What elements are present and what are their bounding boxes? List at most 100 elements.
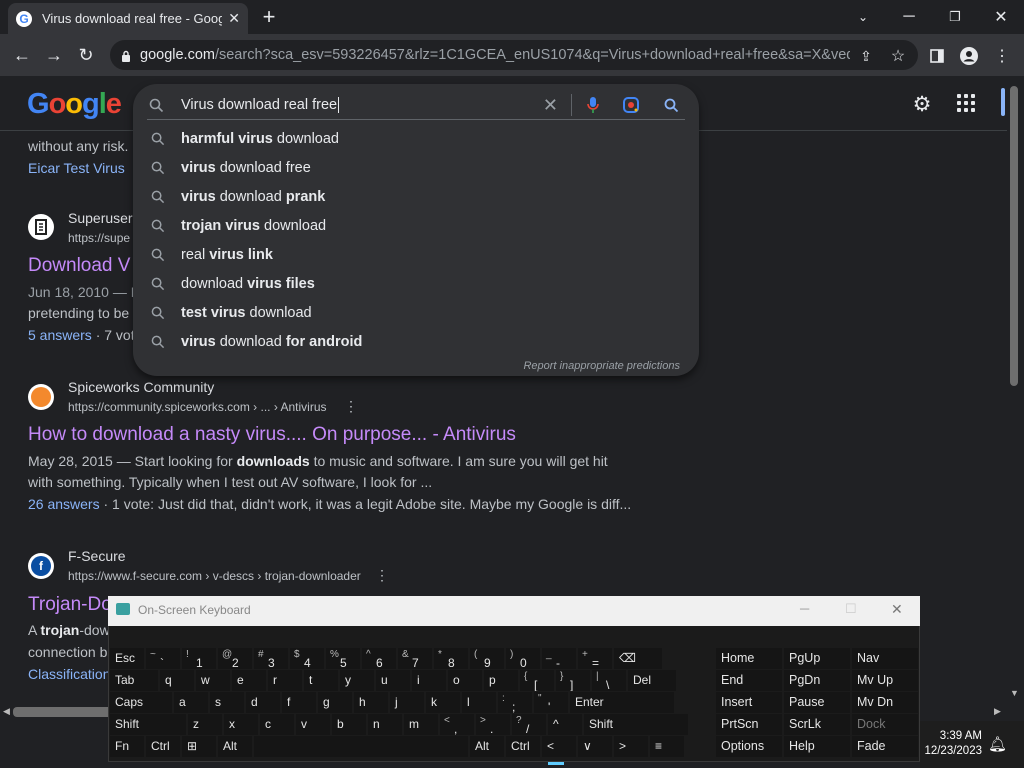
osk-key[interactable]: a (174, 692, 208, 713)
answers-link[interactable]: 26 answers (28, 496, 100, 512)
apps-grid-icon[interactable] (957, 94, 977, 114)
osk-key[interactable]: }] (556, 670, 590, 691)
osk-key[interactable]: g (318, 692, 352, 713)
osk-key[interactable]: u (376, 670, 410, 691)
suggestion-item[interactable]: virus download for android (147, 327, 685, 356)
osk-nav-key[interactable]: Nav (852, 648, 918, 669)
chrome-menu-icon[interactable]: ⋮ (993, 47, 1011, 65)
search-box[interactable]: Virus download real free ✕ (147, 90, 685, 120)
osk-key[interactable]: Alt (470, 736, 504, 757)
osk-key[interactable]: + = (578, 648, 612, 669)
osk-key[interactable]: ! 1 (182, 648, 216, 669)
osk-key[interactable]: Enter (570, 692, 674, 713)
result-sitelink[interactable]: Classification (28, 666, 110, 682)
result-sitelink[interactable]: Eicar Test Virus (28, 160, 125, 176)
osk-key[interactable]: Shift (110, 714, 186, 735)
osk-key[interactable]: & 7 (398, 648, 432, 669)
osk-key[interactable]: Caps (110, 692, 172, 713)
osk-nav-key[interactable]: Dock (852, 714, 918, 735)
suggestion-item[interactable]: virus download free (147, 153, 685, 182)
result-title[interactable]: How to download a nasty virus.... On pur… (28, 424, 516, 446)
result-title[interactable]: Trojan-Do (28, 594, 112, 616)
osk-key[interactable]: | \ (592, 670, 626, 691)
osk-key[interactable]: ⊞ (182, 736, 216, 757)
window-close-icon[interactable]: ✕ (990, 6, 1012, 28)
sidepanel-icon[interactable] (928, 47, 946, 65)
osk-key[interactable] (254, 736, 468, 757)
minimize-icon[interactable]: ─ (898, 6, 920, 28)
osk-nav-key[interactable]: Home (716, 648, 782, 669)
osk-key[interactable]: t (304, 670, 338, 691)
search-input[interactable]: Virus download real free (181, 97, 340, 113)
forward-icon[interactable]: → (41, 42, 67, 68)
clear-icon[interactable]: ✕ (543, 95, 558, 116)
osk-key[interactable]: ) 0 (506, 648, 540, 669)
osk-key[interactable]: < (542, 736, 576, 757)
osk-nav-key[interactable]: Mv Dn (852, 692, 918, 713)
bookmark-star-icon[interactable]: ☆ (889, 47, 907, 65)
osk-key[interactable]: v (296, 714, 330, 735)
osk-key[interactable]: c (260, 714, 294, 735)
osk-nav-key[interactable]: Mv Up (852, 670, 918, 691)
osk-key[interactable]: r (268, 670, 302, 691)
osk-nav-key[interactable]: Help (784, 736, 850, 757)
tab-close-icon[interactable]: ✕ (228, 10, 240, 27)
scroll-down-arrow-icon[interactable]: ▼ (1010, 688, 1019, 698)
osk-nav-key[interactable]: Pause (784, 692, 850, 713)
osk-key[interactable]: > (614, 736, 648, 757)
osk-nav-key[interactable]: Options (716, 736, 782, 757)
osk-key[interactable]: y (340, 670, 374, 691)
taskbar-clock[interactable]: 3:39 AM 12/23/2023 (916, 729, 982, 759)
osk-key[interactable]: f (282, 692, 316, 713)
osk-key[interactable]: _ - (542, 648, 576, 669)
osk-key[interactable]: Ctrl (506, 736, 540, 757)
scroll-right-arrow-icon[interactable]: ▶ (994, 706, 1001, 717)
osk-key[interactable]: Esc (110, 648, 144, 669)
suggestion-item[interactable]: real virus link (147, 240, 685, 269)
new-tab-plus-icon[interactable]: + (256, 4, 282, 29)
osk-nav-key[interactable]: ScrLk (784, 714, 850, 735)
reload-icon[interactable]: ↻ (73, 42, 99, 68)
scroll-left-arrow-icon[interactable]: ◀ (3, 706, 10, 717)
osk-key[interactable]: #3 (254, 648, 288, 669)
osk-key[interactable]: d (246, 692, 280, 713)
osk-close-icon[interactable]: ✕ (891, 601, 903, 618)
back-icon[interactable]: ← (9, 42, 35, 68)
address-bar[interactable]: google.com/search?sca_esv=593226457&rlz=… (110, 40, 918, 70)
osk-minimize-icon[interactable]: ─ (800, 601, 809, 616)
osk-nav-key[interactable]: Fade (852, 736, 918, 757)
osk-key[interactable]: p (484, 670, 518, 691)
result-title[interactable]: Download V (28, 255, 130, 277)
osk-nav-key[interactable]: End (716, 670, 782, 691)
osk-key[interactable]: <, (440, 714, 474, 735)
osk-key[interactable]: @2 (218, 648, 252, 669)
osk-key[interactable]: e (232, 670, 266, 691)
osk-key[interactable]: ∨ (578, 736, 612, 757)
suggestion-item[interactable]: virus download prank (147, 182, 685, 211)
osk-key[interactable]: m (404, 714, 438, 735)
osk-key[interactable]: Tab (110, 670, 158, 691)
suggestion-item[interactable]: harmful virus download (147, 124, 685, 153)
more-options-icon[interactable]: ⋮ (344, 398, 358, 415)
osk-key[interactable]: * 8 (434, 648, 468, 669)
tab-search-chevron-icon[interactable]: ⌄ (852, 6, 874, 28)
osk-key[interactable]: Alt (218, 736, 252, 757)
osk-key[interactable]: h (354, 692, 388, 713)
suggestion-item[interactable]: test virus download (147, 298, 685, 327)
osk-nav-key[interactable]: PrtScn (716, 714, 782, 735)
osk-key[interactable]: Ctrl (146, 736, 180, 757)
osk-key[interactable]: ^ 6 (362, 648, 396, 669)
suggestion-item[interactable]: download virus files (147, 269, 685, 298)
osk-maximize-icon[interactable]: ☐ (845, 601, 857, 617)
restore-icon[interactable]: ❐ (944, 6, 966, 28)
more-options-icon[interactable]: ⋮ (375, 567, 389, 584)
osk-key[interactable]: x (224, 714, 258, 735)
osk-key[interactable]: :; (498, 692, 532, 713)
osk-nav-key[interactable]: PgUp (784, 648, 850, 669)
osk-key[interactable]: b (332, 714, 366, 735)
search-submit-icon[interactable] (664, 98, 679, 113)
scrollbar-thumb[interactable] (1010, 86, 1018, 386)
osk-key[interactable]: Fn (110, 736, 144, 757)
osk-key[interactable]: {[ (520, 670, 554, 691)
osk-key[interactable]: Shift (584, 714, 688, 735)
